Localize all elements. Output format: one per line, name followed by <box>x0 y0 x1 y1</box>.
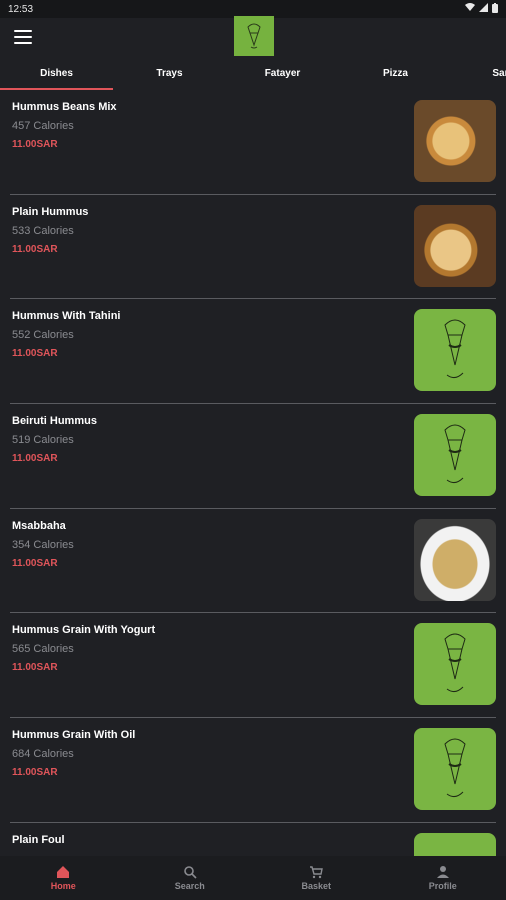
chef-logo-icon <box>444 738 466 798</box>
item-name: Hummus Beans Mix <box>12 101 117 113</box>
item-name: Hummus With Tahini <box>12 310 121 323</box>
signal-icon <box>479 3 488 15</box>
menu-item[interactable]: Plain Hummus 533 Calories 11.00SAR <box>10 195 496 300</box>
menu-item[interactable]: Hummus With Tahini 552 Calories 11.00SAR <box>10 299 496 405</box>
menu-item[interactable]: Hummus Beans Mix 457 Calories 11.00SAR <box>10 90 496 195</box>
nav-profile-label: Profile <box>428 881 457 891</box>
brand-logo <box>234 16 274 56</box>
item-placeholder-image <box>414 309 496 392</box>
item-photo <box>414 100 496 182</box>
tab-trays[interactable]: Trays <box>113 60 226 90</box>
item-calories: 565 Calories <box>12 643 74 656</box>
item-calories: 519 Calories <box>12 434 74 447</box>
menu-item-list[interactable]: Hummus Beans Mix 457 Calories 11.00SAR P… <box>0 90 506 856</box>
tab-sandwiches[interactable]: Sandw <box>452 60 506 90</box>
item-price: 11.00SAR <box>12 453 58 465</box>
menu-icon <box>14 30 32 32</box>
item-name: Plain Foul <box>12 833 65 846</box>
menu-button[interactable] <box>14 30 32 44</box>
item-name: Plain Hummus <box>12 205 89 218</box>
basket-icon <box>310 866 324 879</box>
item-name: Hummus Grain With Oil <box>12 729 136 742</box>
item-price: 11.00SAR <box>12 662 58 674</box>
search-icon <box>183 866 197 879</box>
nav-search[interactable]: Search <box>127 856 254 900</box>
tab-pizza[interactable]: Pizza <box>339 60 452 90</box>
tab-dishes[interactable]: Dishes <box>0 60 113 90</box>
nav-profile[interactable]: Profile <box>380 856 506 900</box>
chef-logo-icon <box>444 633 466 693</box>
profile-icon <box>436 866 449 878</box>
item-placeholder-image <box>414 414 496 497</box>
item-price: 11.00SAR <box>12 767 58 779</box>
item-price: 11.00SAR <box>12 557 58 569</box>
status-icons <box>465 2 498 16</box>
item-calories: 684 Calories <box>12 748 74 761</box>
status-time: 12:53 <box>8 3 34 15</box>
chef-logo-icon <box>444 424 466 484</box>
home-icon <box>57 866 70 878</box>
tab-fatayer[interactable]: Fatayer <box>226 60 339 90</box>
item-price: 11.00SAR <box>12 348 58 360</box>
item-calories: 533 Calories <box>12 224 74 237</box>
item-calories: 552 Calories <box>12 329 74 342</box>
item-name: Beiruti Hummus <box>12 415 97 428</box>
nav-home-label: Home <box>50 881 76 891</box>
menu-item[interactable]: Hummus Grain With Oil 684 Calories 11.00… <box>10 718 496 823</box>
nav-home[interactable]: Home <box>0 856 127 900</box>
menu-item[interactable]: Hummus Grain With Yogurt 565 Calories 11… <box>10 613 496 719</box>
item-photo <box>414 204 496 287</box>
wifi-icon <box>465 3 475 15</box>
menu-item[interactable]: Msabbaha 354 Calories 11.00SAR <box>10 509 496 614</box>
item-price: 11.00SAR <box>12 243 58 255</box>
item-name: Hummus Grain With Yogurt <box>12 624 156 637</box>
item-photo <box>414 518 496 601</box>
item-calories: 354 Calories <box>12 538 74 551</box>
bottom-navigation: Home Search Basket Profile <box>0 856 506 900</box>
item-placeholder-image <box>414 623 496 706</box>
item-name: Msabbaha <box>12 519 66 532</box>
item-calories: 457 Calories <box>12 120 74 132</box>
nav-basket-label: Basket <box>301 881 332 891</box>
item-placeholder-image <box>414 728 496 811</box>
nav-search-label: Search <box>174 881 205 891</box>
menu-item[interactable]: Beiruti Hummus 519 Calories 11.00SAR <box>10 404 496 509</box>
item-price: 11.00SAR <box>12 139 58 150</box>
item-placeholder-image <box>414 832 496 856</box>
battery-icon <box>492 2 498 16</box>
menu-item[interactable]: Plain Foul <box>10 823 496 856</box>
chef-logo-icon <box>444 319 466 379</box>
app-bar <box>0 16 506 60</box>
nav-basket[interactable]: Basket <box>253 856 380 900</box>
category-tabs: Dishes Trays Fatayer Pizza Sandw <box>0 60 506 90</box>
chef-logo-icon <box>247 23 261 49</box>
